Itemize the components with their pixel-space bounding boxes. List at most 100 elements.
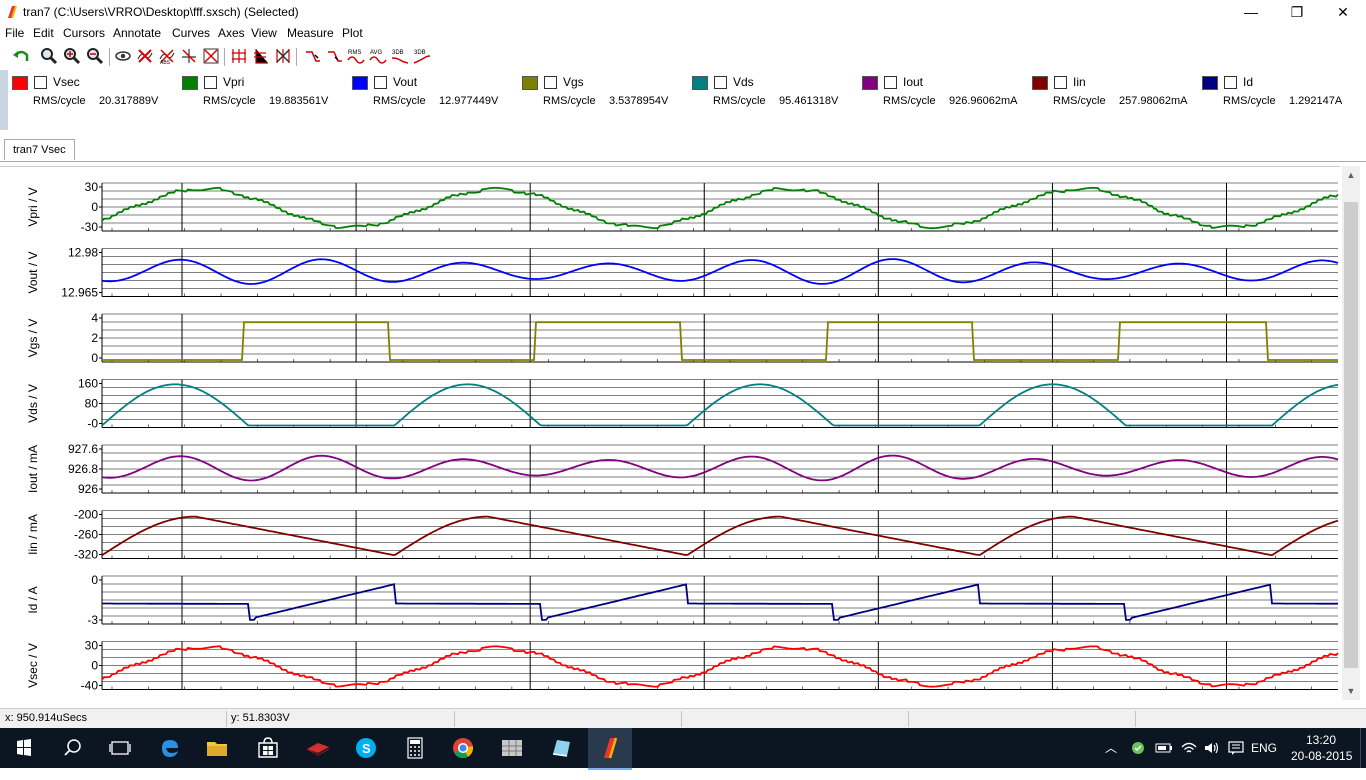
y-tick-label: -200 xyxy=(74,508,98,522)
trace-vsec[interactable] xyxy=(101,645,1339,688)
panel-vgs[interactable]: Vgs / V 4 2 0 xyxy=(26,311,1338,365)
legend-checkbox[interactable] xyxy=(884,76,897,89)
delete-curve-icon[interactable] xyxy=(136,47,154,65)
skype-icon[interactable]: S xyxy=(346,732,386,764)
trace-vgs[interactable] xyxy=(102,321,1338,361)
zoom-out-icon[interactable] xyxy=(86,47,104,65)
rms-icon[interactable]: RMS xyxy=(347,47,365,65)
store-icon[interactable] xyxy=(248,732,288,764)
menu-curves[interactable]: Curves xyxy=(172,26,210,40)
legend-checkbox[interactable] xyxy=(34,76,47,89)
menu-plot[interactable]: Plot xyxy=(342,26,363,40)
status-divider xyxy=(681,711,682,727)
panel-id[interactable]: Id / A 0 -3 xyxy=(26,573,1338,627)
legend-measure-label: RMS/cycle xyxy=(33,95,86,107)
abs-curve-icon[interactable]: ABS xyxy=(158,47,176,65)
menu-cursors[interactable]: Cursors xyxy=(63,26,105,40)
legend-entry-vgs[interactable]: Vgs RMS/cycle 3.5378954V xyxy=(522,75,682,120)
trace-iin[interactable] xyxy=(101,515,1339,557)
red-app-icon[interactable] xyxy=(298,732,338,764)
3db-icon[interactable]: 3DB xyxy=(391,47,409,65)
y-axis-label: Iout / mA xyxy=(26,445,40,493)
plot-area[interactable]: Vpri / V 30 0 -30 Vout / V 12.98 12.965 Vgs / V… xyxy=(0,166,1340,701)
minimize-button[interactable]: — xyxy=(1228,0,1274,24)
cursor-icon[interactable] xyxy=(180,47,198,65)
eye-icon[interactable] xyxy=(114,47,132,65)
tray-security-icon[interactable] xyxy=(1130,740,1146,756)
sticky-notes-icon[interactable] xyxy=(541,732,581,764)
legend-checkbox[interactable] xyxy=(374,76,387,89)
clock-date[interactable]: 20-08-2015 xyxy=(1291,736,1352,776)
legend-entry-vsec[interactable]: Vsec RMS/cycle 20.317889V xyxy=(12,75,172,120)
legend-checkbox[interactable] xyxy=(714,76,727,89)
menu-view[interactable]: View xyxy=(251,26,277,40)
scroll-down-icon[interactable]: ▼ xyxy=(1342,682,1360,700)
language-indicator[interactable]: ENG xyxy=(1251,728,1277,768)
panel-handle xyxy=(0,70,8,130)
active-app-tile[interactable] xyxy=(588,728,632,770)
legend-entry-iout[interactable]: Iout RMS/cycle 926.96062mA xyxy=(862,75,1022,120)
task-view-icon[interactable] xyxy=(100,732,140,764)
legend-checkbox[interactable] xyxy=(1054,76,1067,89)
fall-time-icon[interactable] xyxy=(326,47,344,65)
y-tick-label: -0 xyxy=(87,417,98,431)
vertical-scrollbar[interactable]: ▲ ▼ xyxy=(1342,166,1360,700)
tab-tran7-vsec[interactable]: tran7 Vsec xyxy=(4,139,75,160)
3db-high-icon[interactable]: 3DB xyxy=(413,47,431,65)
rise-time-icon[interactable] xyxy=(304,47,322,65)
y-axis-label: Vgs / V xyxy=(26,319,40,358)
measure-icon[interactable] xyxy=(202,47,220,65)
menu-file[interactable]: File xyxy=(5,26,24,40)
volume-icon[interactable] xyxy=(1203,740,1221,756)
search-icon[interactable] xyxy=(52,732,92,764)
panel-vout[interactable]: Vout / V 12.98 12.965 xyxy=(26,246,1339,300)
menu-axes[interactable]: Axes xyxy=(218,26,245,40)
tray-chevron-icon[interactable]: ︿ xyxy=(1105,728,1117,768)
calculator-icon[interactable] xyxy=(395,732,435,764)
legend-entry-vout[interactable]: Vout RMS/cycle 12.977449V xyxy=(352,75,512,120)
undo-icon[interactable] xyxy=(12,47,30,65)
maximize-button[interactable]: ❐ xyxy=(1274,0,1320,24)
legend-checkbox[interactable] xyxy=(544,76,557,89)
menu-edit[interactable]: Edit xyxy=(33,26,54,40)
wifi-icon[interactable] xyxy=(1180,740,1198,756)
panel-vsec[interactable]: Vsec / V 30 0 -40 xyxy=(26,639,1339,693)
legend-swatch xyxy=(692,76,708,90)
legend-swatch xyxy=(1032,76,1048,90)
scroll-up-icon[interactable]: ▲ xyxy=(1342,166,1360,184)
menu-measure[interactable]: Measure xyxy=(287,26,334,40)
status-divider xyxy=(908,711,909,727)
legend-checkbox[interactable] xyxy=(204,76,217,89)
avg-icon[interactable]: AVG xyxy=(369,47,387,65)
legend-entry-iin[interactable]: Iin RMS/cycle 257.98062mA xyxy=(1032,75,1192,120)
legend-measure-label: RMS/cycle xyxy=(543,95,596,107)
waveform-chart[interactable]: Vpri / V300-30 Vout / V 12.9812.965 Vgs / V… xyxy=(0,167,1340,701)
close-button[interactable]: ✕ xyxy=(1320,0,1366,24)
clear-icon[interactable] xyxy=(274,47,292,65)
windows-start-icon[interactable] xyxy=(4,732,44,764)
panel-vds[interactable]: Vds / V 160 80 -0 xyxy=(26,377,1339,431)
trace-vpri[interactable] xyxy=(101,186,1339,230)
legend-entry-vpri[interactable]: Vpri RMS/cycle 19.883561V xyxy=(182,75,342,120)
show-desktop-button[interactable] xyxy=(1360,728,1366,768)
trace-id[interactable] xyxy=(102,583,1338,621)
zoom-in-icon[interactable] xyxy=(63,47,81,65)
panel-vpri[interactable]: Vpri / V 30 0 -30 xyxy=(26,180,1339,234)
menu-annotate[interactable]: Annotate xyxy=(113,26,161,40)
scroll-thumb[interactable] xyxy=(1344,202,1358,668)
svg-text:3DB: 3DB xyxy=(414,50,426,56)
edge-browser-icon[interactable] xyxy=(150,732,190,764)
legend-entry-vds[interactable]: Vds RMS/cycle 95.461318V xyxy=(692,75,852,120)
legend-checkbox[interactable] xyxy=(1224,76,1237,89)
battery-icon[interactable] xyxy=(1155,740,1173,756)
panel-iout[interactable]: Iout / mA 927.6 926.8 926 xyxy=(26,442,1339,496)
grid-icon[interactable] xyxy=(230,47,248,65)
axes-icon[interactable] xyxy=(252,47,270,65)
legend-entry-id[interactable]: Id RMS/cycle 1.292147A xyxy=(1202,75,1362,120)
panel-iin[interactable]: Iin / mA -200 -260 -320 xyxy=(26,508,1339,562)
virtual-machine-icon[interactable] xyxy=(492,732,532,764)
chrome-icon[interactable] xyxy=(443,732,483,764)
notification-icon[interactable] xyxy=(1227,740,1245,756)
file-explorer-icon[interactable] xyxy=(197,732,237,764)
zoom-icon[interactable] xyxy=(40,47,58,65)
